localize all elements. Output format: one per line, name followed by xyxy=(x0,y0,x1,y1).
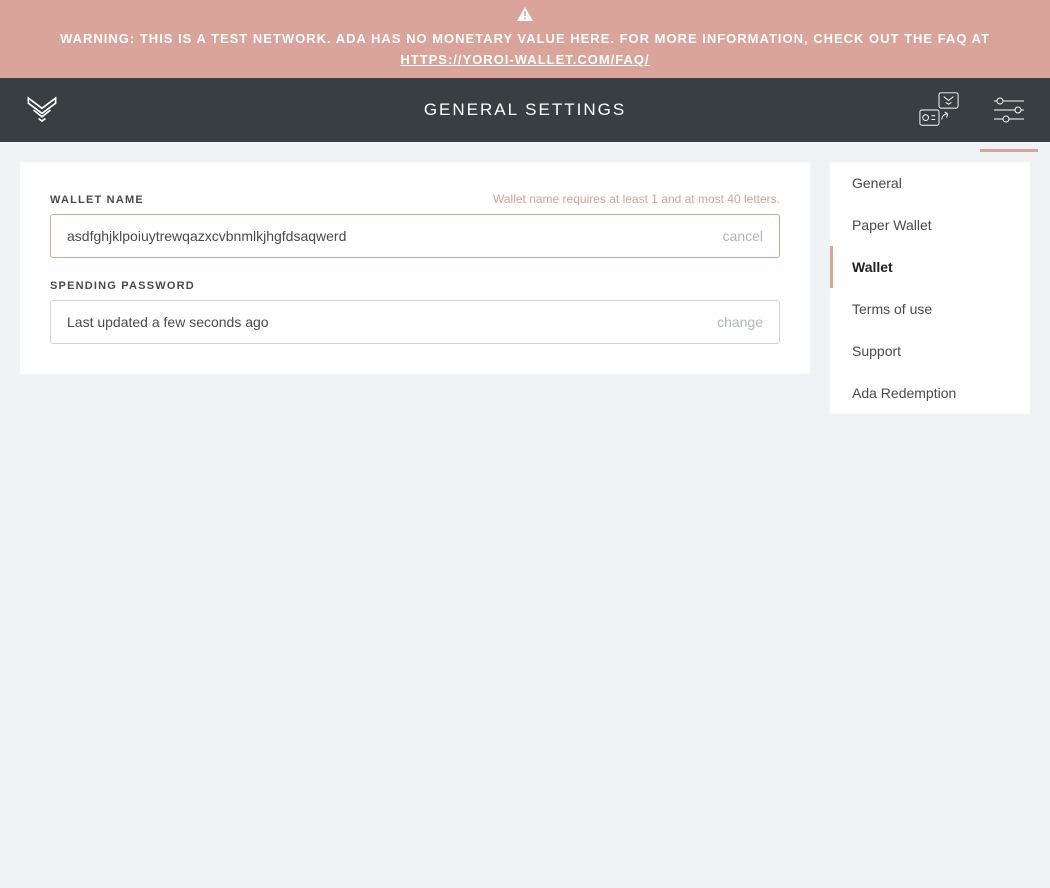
wallet-name-value: asdfghjklpoiuytrewqazxcvbnmlkjhgfdsaqwer… xyxy=(67,228,723,244)
settings-icon[interactable] xyxy=(988,89,1030,131)
page-title: GENERAL SETTINGS xyxy=(0,100,1050,120)
wallet-name-cancel-button[interactable]: cancel xyxy=(723,228,763,244)
banner-faq-link[interactable]: HTTPS://YOROI-WALLET.COM/FAQ/ xyxy=(400,52,649,67)
sidebar-item-paper-wallet[interactable]: Paper Wallet xyxy=(830,204,1030,246)
sidebar-item-general[interactable]: General xyxy=(830,162,1030,204)
test-network-banner: WARNING: THIS IS A TEST NETWORK. ADA HAS… xyxy=(0,0,1050,78)
sidebar-item-wallet[interactable]: Wallet xyxy=(830,246,1030,288)
wallets-icon[interactable] xyxy=(918,89,960,131)
sidebar-item-terms-of-use[interactable]: Terms of use xyxy=(830,288,1030,330)
spending-password-field[interactable]: Last updated a few seconds ago change xyxy=(50,300,780,344)
banner-text: WARNING: THIS IS A TEST NETWORK. ADA HAS… xyxy=(60,31,990,46)
settings-sidebar: General Paper Wallet Wallet Terms of use… xyxy=(830,162,1030,414)
settings-card: WALLET NAME Wallet name requires at leas… xyxy=(20,162,810,374)
sidebar-item-ada-redemption[interactable]: Ada Redemption xyxy=(830,372,1030,414)
sidebar-item-support[interactable]: Support xyxy=(830,330,1030,372)
wallet-name-hint: Wallet name requires at least 1 and at m… xyxy=(493,192,780,206)
yoroi-logo-icon[interactable] xyxy=(25,93,59,127)
app-header: GENERAL SETTINGS xyxy=(0,78,1050,142)
active-tab-indicator xyxy=(980,149,1038,152)
wallet-name-label: WALLET NAME xyxy=(50,194,144,206)
wallet-name-field[interactable]: asdfghjklpoiuytrewqazxcvbnmlkjhgfdsaqwer… xyxy=(50,214,780,258)
warning-icon xyxy=(517,7,533,21)
spending-password-group: SPENDING PASSWORD Last updated a few sec… xyxy=(50,280,780,344)
spending-password-change-button[interactable]: change xyxy=(717,314,763,330)
spending-password-label: SPENDING PASSWORD xyxy=(50,280,195,292)
wallet-name-group: WALLET NAME Wallet name requires at leas… xyxy=(50,192,780,258)
spending-password-value: Last updated a few seconds ago xyxy=(67,314,717,330)
